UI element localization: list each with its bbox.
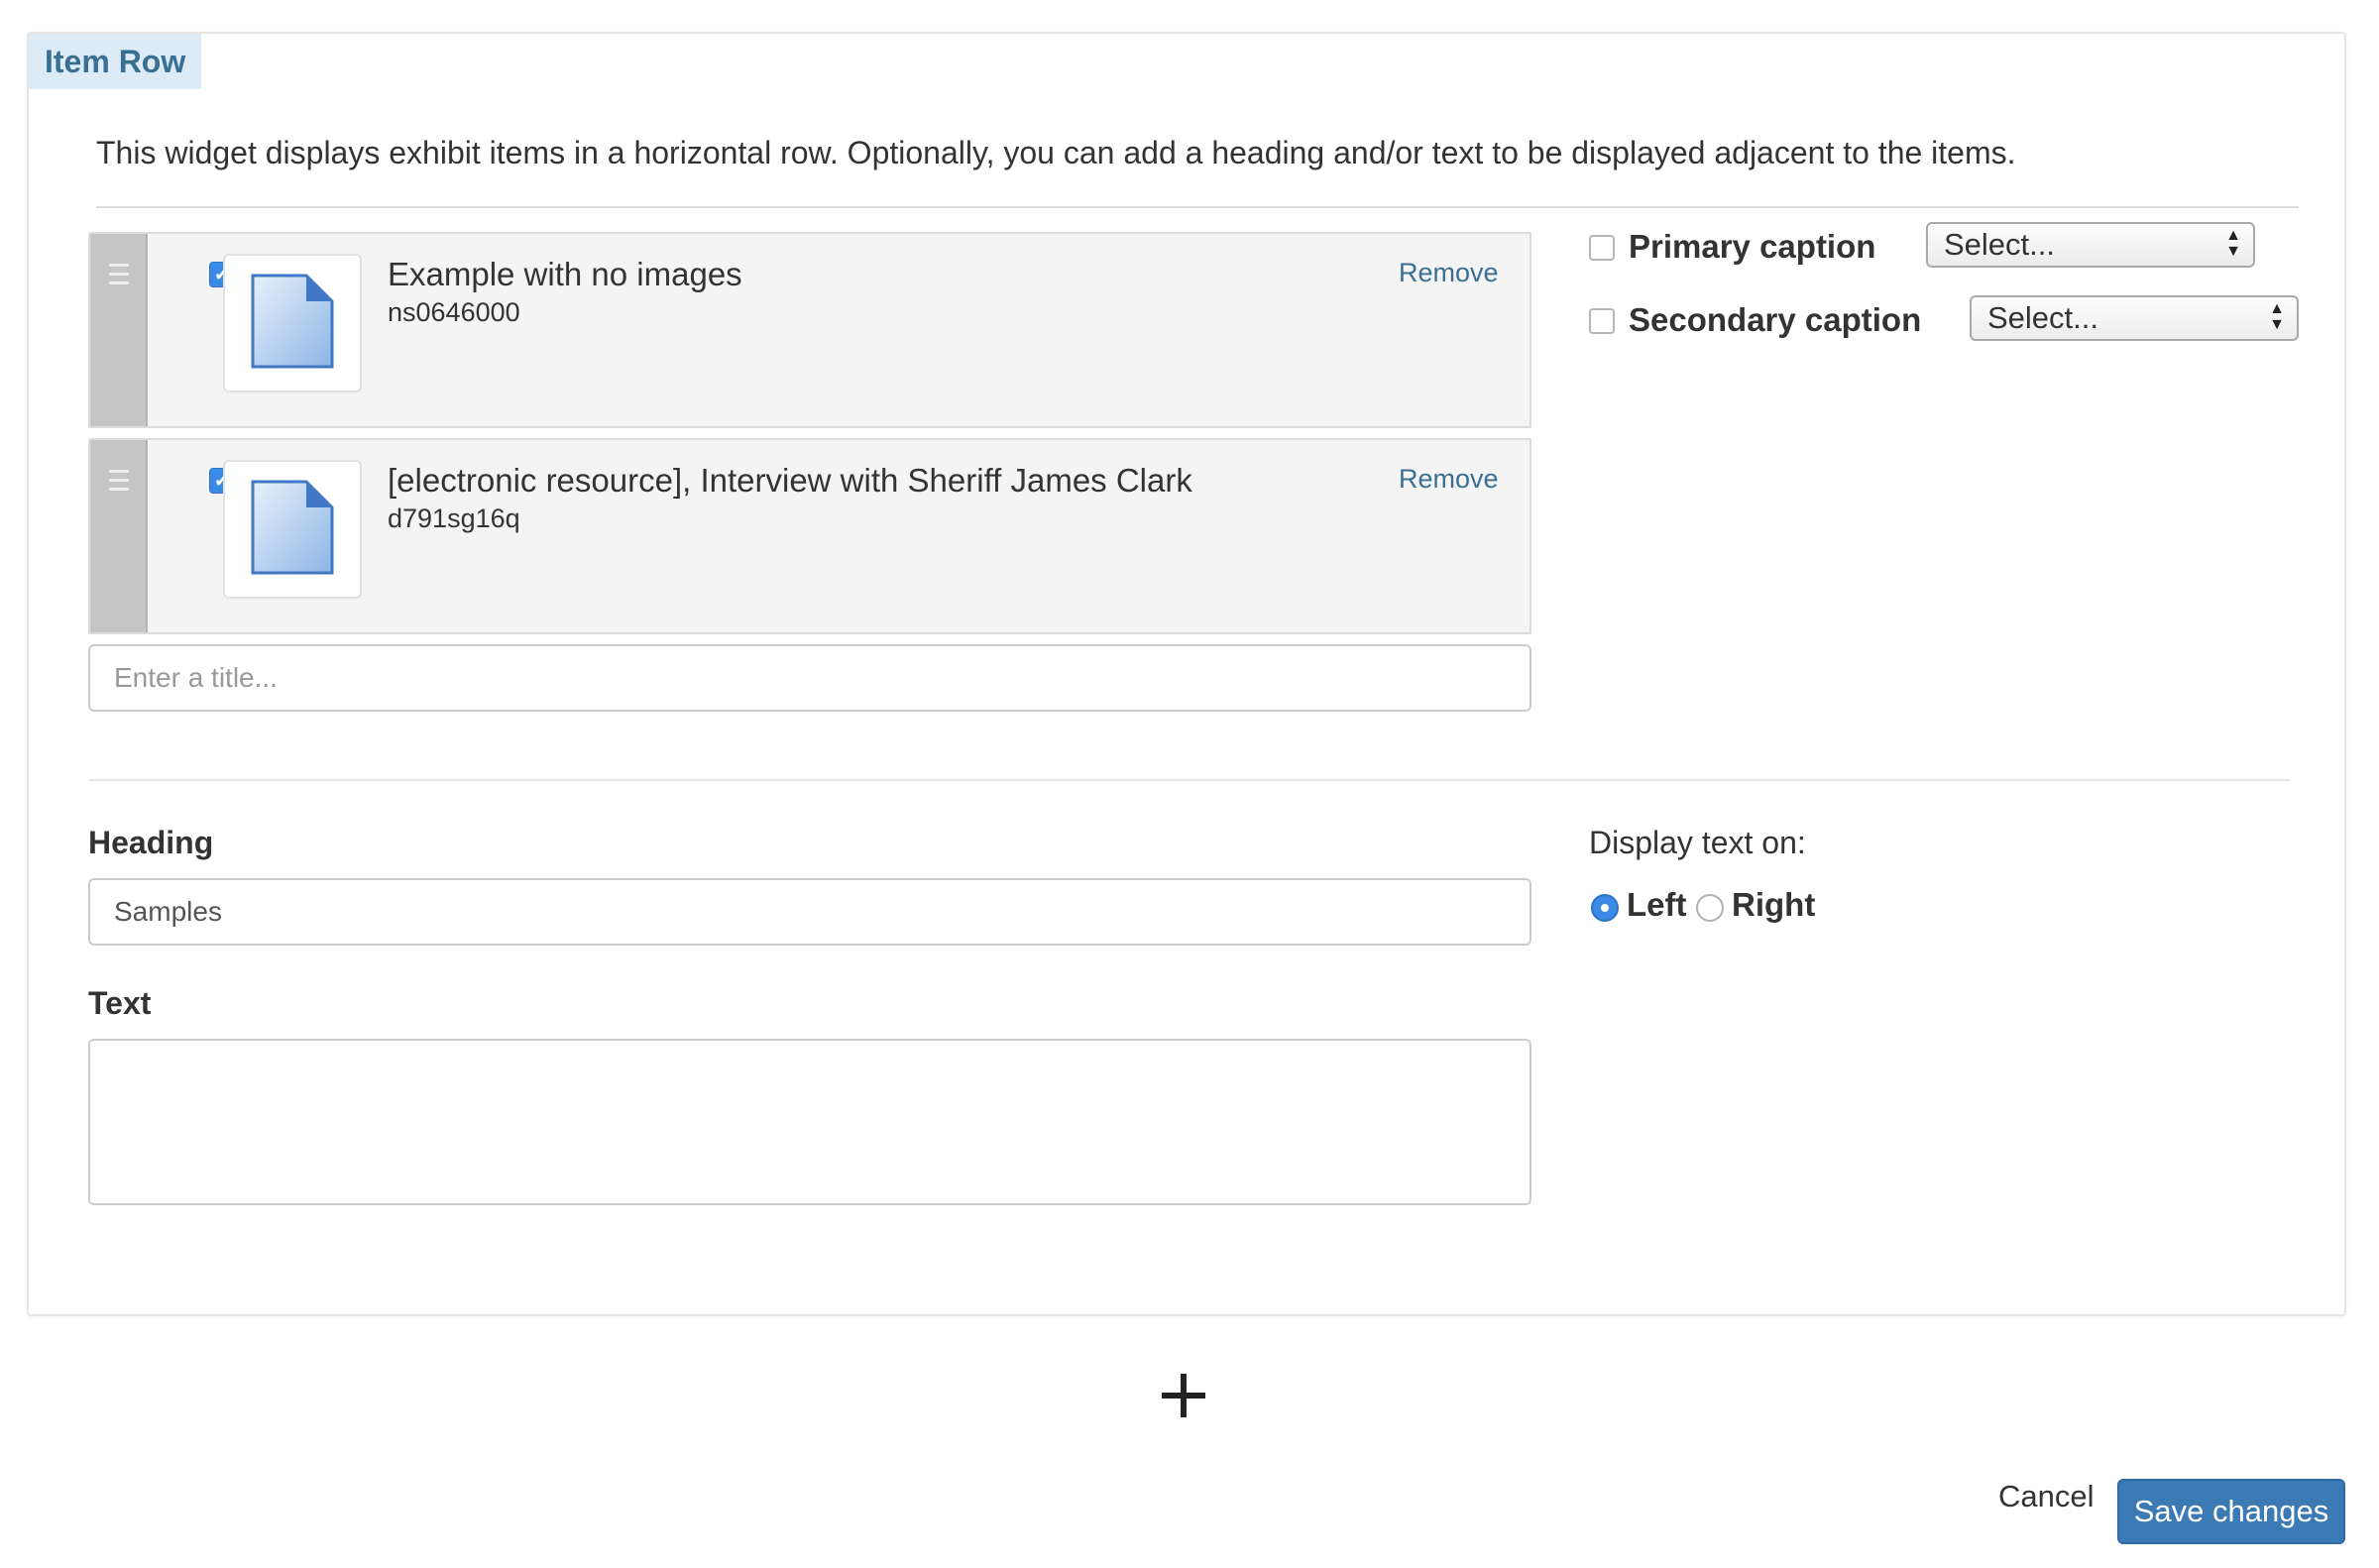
display-text-label: Display text on: bbox=[1589, 825, 1806, 860]
secondary-caption-row: Secondary caption Select... ▲ ▼ bbox=[1589, 295, 2303, 341]
select-arrows-icon: ▲ ▼ bbox=[2225, 227, 2241, 260]
text-area[interactable] bbox=[88, 1039, 1531, 1205]
radio-right-label: Right bbox=[1732, 886, 1816, 923]
plus-icon[interactable] bbox=[1162, 1374, 1205, 1417]
text-label: Text bbox=[88, 985, 152, 1021]
primary-caption-select-value: Select... bbox=[1944, 227, 2055, 262]
select-arrows-icon: ▲ ▼ bbox=[2269, 300, 2285, 333]
document-icon bbox=[223, 254, 362, 392]
drag-handle-icon[interactable] bbox=[90, 440, 148, 632]
primary-caption-label: Primary caption bbox=[1629, 228, 1876, 265]
secondary-caption-label: Secondary caption bbox=[1629, 301, 1922, 338]
remove-item-link[interactable]: Remove bbox=[1399, 464, 1499, 495]
section-divider bbox=[88, 779, 2291, 781]
primary-caption-checkbox[interactable] bbox=[1589, 235, 1615, 261]
heading-input[interactable] bbox=[88, 878, 1531, 946]
primary-caption-select[interactable]: Select... ▲ ▼ bbox=[1926, 222, 2255, 268]
cancel-button[interactable]: Cancel bbox=[1998, 1479, 2095, 1514]
secondary-caption-select-value: Select... bbox=[1987, 300, 2098, 335]
item-row-widget: Item Row This widget displays exhibit it… bbox=[27, 32, 2346, 1316]
primary-caption-row: Primary caption Select... ▲ ▼ bbox=[1589, 222, 2283, 268]
item-row-entry: ✓ Example with no images ns0646000 Remov… bbox=[88, 232, 1531, 428]
item-id: ns0646000 bbox=[388, 297, 520, 327]
widget-type-label: Item Row bbox=[29, 34, 202, 89]
widget-description: This widget displays exhibit items in a … bbox=[96, 125, 2299, 208]
radio-right[interactable] bbox=[1696, 894, 1724, 922]
item-row-entry: ✓ [electronic resource], Interview with … bbox=[88, 438, 1531, 634]
secondary-caption-select[interactable]: Select... ▲ ▼ bbox=[1970, 295, 2299, 341]
item-title: [electronic resource], Interview with Sh… bbox=[388, 462, 1192, 499]
item-title-input[interactable] bbox=[88, 644, 1531, 712]
radio-left[interactable] bbox=[1591, 894, 1619, 922]
item-title: Example with no images bbox=[388, 256, 742, 292]
heading-label: Heading bbox=[88, 825, 214, 860]
radio-left-label: Left bbox=[1627, 886, 1687, 923]
secondary-caption-checkbox[interactable] bbox=[1589, 308, 1615, 334]
save-changes-button[interactable]: Save changes bbox=[2117, 1479, 2345, 1544]
document-icon bbox=[223, 460, 362, 599]
item-id: d791sg16q bbox=[388, 504, 520, 533]
drag-handle-icon[interactable] bbox=[90, 234, 148, 426]
remove-item-link[interactable]: Remove bbox=[1399, 258, 1499, 288]
